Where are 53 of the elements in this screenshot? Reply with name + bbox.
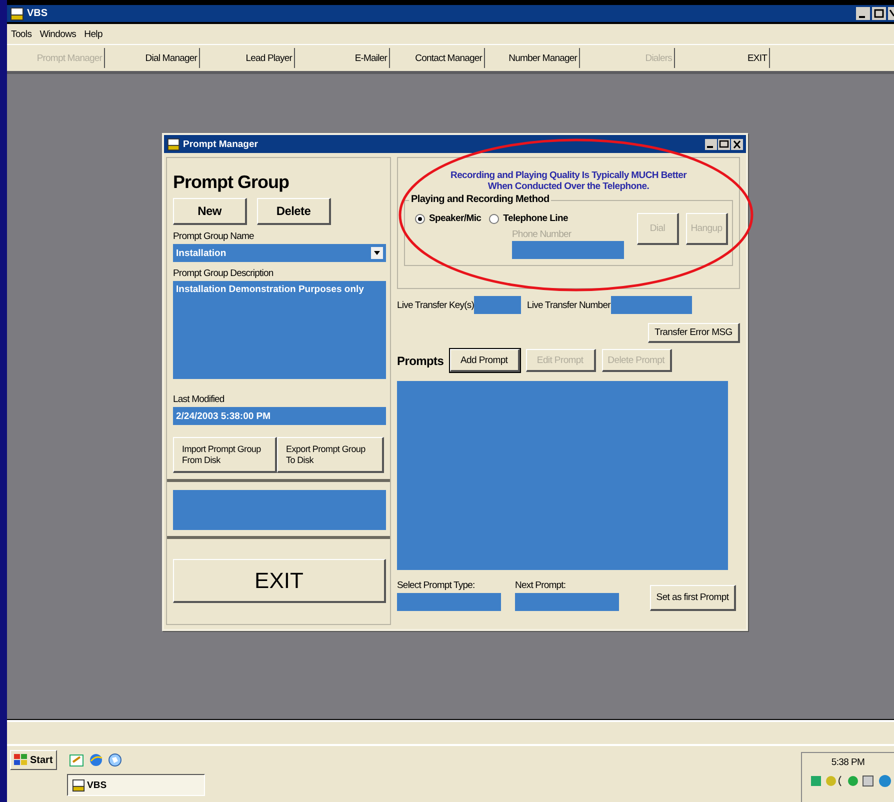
- app-icon: [167, 138, 180, 150]
- phone-number-field[interactable]: [512, 241, 624, 259]
- section-heading: Prompt Group: [173, 172, 290, 193]
- field-label: Phone Number: [512, 229, 572, 240]
- menu-item[interactable]: Help: [84, 28, 102, 40]
- radio-option[interactable]: Telephone Line: [489, 213, 568, 224]
- window-title: VBS: [27, 8, 48, 19]
- export-button[interactable]: Export Prompt Group To Disk: [277, 437, 384, 473]
- group-legend: Playing and Recording Method: [409, 194, 552, 205]
- transfer-keys-field[interactable]: [474, 296, 521, 314]
- description-field[interactable]: Installation Demonstration Purposes only: [173, 281, 386, 379]
- next-prompt-field[interactable]: [515, 593, 619, 611]
- field-label: Prompt Group Name: [173, 231, 255, 242]
- maximize-icon[interactable]: [872, 7, 886, 20]
- notice-text: Recording and Playing Quality Is Typically MUCH Better: [450, 170, 686, 181]
- minimize-icon[interactable]: [705, 138, 717, 150]
- notice-text: When Conducted Over the Telephone.: [488, 181, 650, 192]
- dialog-title: Prompt Manager: [183, 138, 258, 150]
- field-label: Prompt Group Description: [173, 268, 274, 279]
- app-icon: [72, 778, 85, 792]
- radio-option[interactable]: Speaker/Mic: [415, 213, 482, 224]
- close-icon[interactable]: [888, 7, 894, 20]
- minimize-icon[interactable]: [856, 7, 870, 20]
- prompt-button[interactable]: Add Prompt: [450, 349, 520, 372]
- field-label: Live Transfer Key(s): [397, 300, 474, 310]
- set-first-button[interactable]: Set as first Prompt: [650, 585, 736, 611]
- section-label: Prompts: [397, 354, 444, 368]
- maximize-icon[interactable]: [718, 138, 730, 150]
- field-label: Live Transfer Number: [527, 300, 610, 310]
- start-button[interactable]: Start: [10, 750, 57, 770]
- app-icon: [10, 6, 24, 20]
- import-button[interactable]: Import Prompt Group From Disk: [173, 437, 277, 473]
- field-label: Next Prompt:: [515, 580, 567, 591]
- prompt-type-field[interactable]: [397, 593, 501, 611]
- group-name-dropdown[interactable]: Installation: [173, 244, 386, 262]
- field-label: Last Modified: [173, 394, 226, 405]
- close-icon[interactable]: [731, 138, 743, 150]
- field-label: Select Prompt Type:: [397, 580, 476, 591]
- browser-icon[interactable]: [88, 752, 104, 768]
- taskbar-button[interactable]: VBS: [67, 774, 205, 796]
- action-button[interactable]: Delete: [257, 198, 331, 225]
- transfer-number-field[interactable]: [611, 296, 692, 314]
- transfer-error-button[interactable]: Transfer Error MSG: [648, 323, 740, 343]
- menu-item[interactable]: Tools: [11, 28, 32, 40]
- action-button[interactable]: New: [173, 198, 247, 225]
- desktop-icon[interactable]: [68, 752, 85, 768]
- last-modified-field[interactable]: 2/24/2003 5:38:00 PM: [173, 407, 386, 425]
- globe-icon[interactable]: [106, 752, 123, 768]
- clock: 5:38 PM: [831, 757, 865, 768]
- windows-flag-icon: [14, 754, 28, 766]
- exit-button[interactable]: EXIT: [173, 559, 386, 603]
- caret-icon: [371, 247, 383, 259]
- menu-item[interactable]: Windows: [40, 28, 76, 40]
